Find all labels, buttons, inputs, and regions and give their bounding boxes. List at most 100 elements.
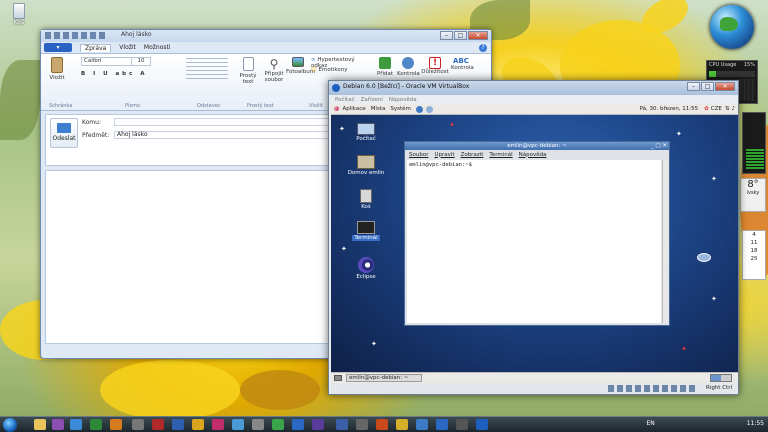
spelling-button[interactable]: ABC Kontrola [451, 57, 474, 71]
term-menu-view[interactable]: Zobrazit [461, 152, 484, 158]
terminal-window-buttons[interactable]: _ □ ✕ [651, 142, 667, 150]
send-button[interactable]: Odeslat [50, 118, 78, 148]
virtualbox-window[interactable]: Debian 6.0 [Bežící] - Oracle VM VirtualB… [328, 80, 739, 395]
terminal-scrollbar[interactable] [662, 160, 668, 323]
menu-help[interactable]: Nápověda [389, 97, 417, 103]
volume-icon[interactable]: ♪ [731, 106, 735, 112]
menu-places[interactable]: Místa [371, 106, 386, 112]
taskbar-app-icon[interactable] [70, 419, 82, 430]
maximize-button[interactable]: □ [701, 82, 714, 91]
weather-gadget[interactable]: 8° ívsky [740, 178, 766, 212]
desktop-icon-eclipse[interactable]: Eclipse [344, 257, 388, 280]
desktop-icon-terminal[interactable]: Terminál [344, 221, 388, 241]
tab-insert[interactable]: Vložit [119, 44, 136, 51]
group-plaintext: Prostý text [247, 103, 274, 109]
group-paragraph: Odstavec [197, 103, 221, 109]
help-icon[interactable] [425, 105, 433, 113]
check-names-button[interactable]: Kontrola [397, 57, 420, 77]
menu-machine[interactable]: Počítač [335, 97, 355, 103]
term-menu-help[interactable]: Nápověda [519, 152, 547, 158]
taskbar-app-icon[interactable] [172, 419, 184, 430]
taskbar-app-icon[interactable] [312, 419, 324, 430]
priority-label: Důležitost [421, 69, 449, 75]
globe-gadget[interactable] [710, 5, 754, 49]
minimize-button[interactable]: – [687, 82, 700, 91]
menu-applications[interactable]: Aplikace [343, 106, 366, 112]
language-indicator[interactable]: EN [647, 420, 655, 427]
taskbar-app-icon[interactable] [356, 419, 368, 430]
tab-options[interactable]: Možnosti [144, 44, 171, 51]
explorer-icon[interactable] [34, 419, 46, 430]
term-menu-edit[interactable]: Upravit [434, 152, 454, 158]
recycle-bin-icon[interactable]: Koš [6, 3, 32, 26]
minimize-button[interactable]: – [440, 31, 453, 40]
tab-message[interactable]: Zpráva [80, 43, 112, 52]
taskbar-app-icon[interactable] [292, 419, 304, 430]
virtualbox-taskbar-icon[interactable] [476, 419, 488, 430]
add-contact-button[interactable]: Přidat [375, 57, 395, 77]
terminal-titlebar[interactable]: emlin@vpc-debian: ~ _ □ ✕ [405, 142, 669, 150]
taskbar-terminal-button[interactable]: emlin@vpc-debian: ~ [346, 374, 422, 382]
plain-text-button[interactable]: Prostý text [237, 57, 259, 85]
menu-devices[interactable]: Zařízení [361, 97, 383, 103]
app-menu-button[interactable]: ▾ [44, 43, 72, 52]
close-button[interactable]: ✕ [715, 82, 735, 91]
show-desktop-icon[interactable] [334, 375, 342, 381]
taskbar-app-icon[interactable] [396, 419, 408, 430]
device-status-icons[interactable] [608, 385, 698, 392]
vbox-titlebar[interactable]: Debian 6.0 [Bežící] - Oracle VM VirtualB… [329, 81, 738, 95]
tray-clock[interactable]: 11:55 [747, 420, 764, 427]
desktop-icon-trash[interactable]: Koš [344, 189, 388, 210]
close-button[interactable]: ✕ [468, 31, 488, 40]
gnome-desktop: ✦ ✦ ✦ ✦ ✦ ✦ ✦ ✦ ✦ Počítač Domov emlin Ko… [331, 115, 738, 372]
mail-titlebar[interactable]: Ahoj lásko – □ ✕ [41, 30, 491, 42]
terminal-menubar: Soubor Upravit Zobrazit Terminál Nápověd… [405, 150, 669, 159]
taskbar-app-icon[interactable] [416, 419, 428, 430]
desktop-icon-label: Terminál [352, 235, 380, 241]
taskbar-app-icon[interactable] [272, 419, 284, 430]
photo-album-button[interactable]: Fotoalbum [286, 57, 315, 75]
taskbar-app-icon[interactable] [132, 419, 144, 430]
desktop-icon-computer[interactable]: Počítač [344, 123, 388, 142]
menu-system[interactable]: Systém [390, 106, 411, 112]
attach-button[interactable]: ⚲ Připojit soubor [263, 57, 285, 83]
taskbar-app-icon[interactable] [376, 419, 388, 430]
taskbar-app-icon[interactable] [192, 419, 204, 430]
weather-city: ívsky [746, 190, 760, 196]
keyboard-layout[interactable]: CZE [711, 106, 722, 112]
leaf-decoration [0, 60, 40, 140]
term-menu-file[interactable]: Soubor [409, 152, 428, 158]
start-button[interactable] [3, 418, 17, 432]
clock[interactable]: Pá, 30. březen, 11:55 [640, 106, 699, 112]
taskbar-app-icon[interactable] [90, 419, 102, 430]
photo-icon [292, 57, 304, 67]
network-icon[interactable]: ⇅ [725, 106, 730, 112]
taskbar-app-icon[interactable] [456, 419, 468, 430]
calendar-gadget[interactable]: 4 11 18 25 [742, 230, 766, 280]
terminal-window[interactable]: emlin@vpc-debian: ~ _ □ ✕ Soubor Upravit… [404, 141, 670, 326]
maximize-button[interactable]: □ [454, 31, 467, 40]
exclamation-icon: ! [429, 57, 441, 69]
browser-icon[interactable] [415, 105, 423, 113]
workspace-switcher[interactable] [710, 374, 732, 382]
priority-button[interactable]: ! Důležitost [421, 57, 449, 75]
desktop-icon-home[interactable]: Domov emlin [344, 155, 388, 176]
taskbar-app-icon[interactable] [52, 419, 64, 430]
term-menu-terminal[interactable]: Terminál [489, 152, 512, 158]
taskbar-app-icon[interactable] [232, 419, 244, 430]
font-size-select[interactable]: 10 [131, 57, 151, 66]
word-icon[interactable] [436, 419, 448, 430]
paragraph-buttons[interactable] [186, 57, 228, 79]
calendar-day: 11 [750, 240, 758, 246]
meter-gadget[interactable] [742, 112, 766, 174]
emoticons-button[interactable]: ☺ Emotikony [311, 67, 369, 73]
taskbar-app-icon[interactable] [110, 419, 122, 430]
taskbar-app-icon[interactable] [152, 419, 164, 430]
taskbar-app-icon[interactable] [212, 419, 224, 430]
format-buttons[interactable]: B I U abc A [81, 71, 181, 79]
help-icon[interactable]: ? [479, 43, 487, 52]
taskbar-app-icon[interactable] [336, 419, 348, 430]
terminal-output[interactable]: emlin@vpc-debian:~$ [407, 160, 661, 323]
paste-button[interactable]: Vložit [47, 57, 67, 81]
taskbar-app-icon[interactable] [252, 419, 264, 430]
